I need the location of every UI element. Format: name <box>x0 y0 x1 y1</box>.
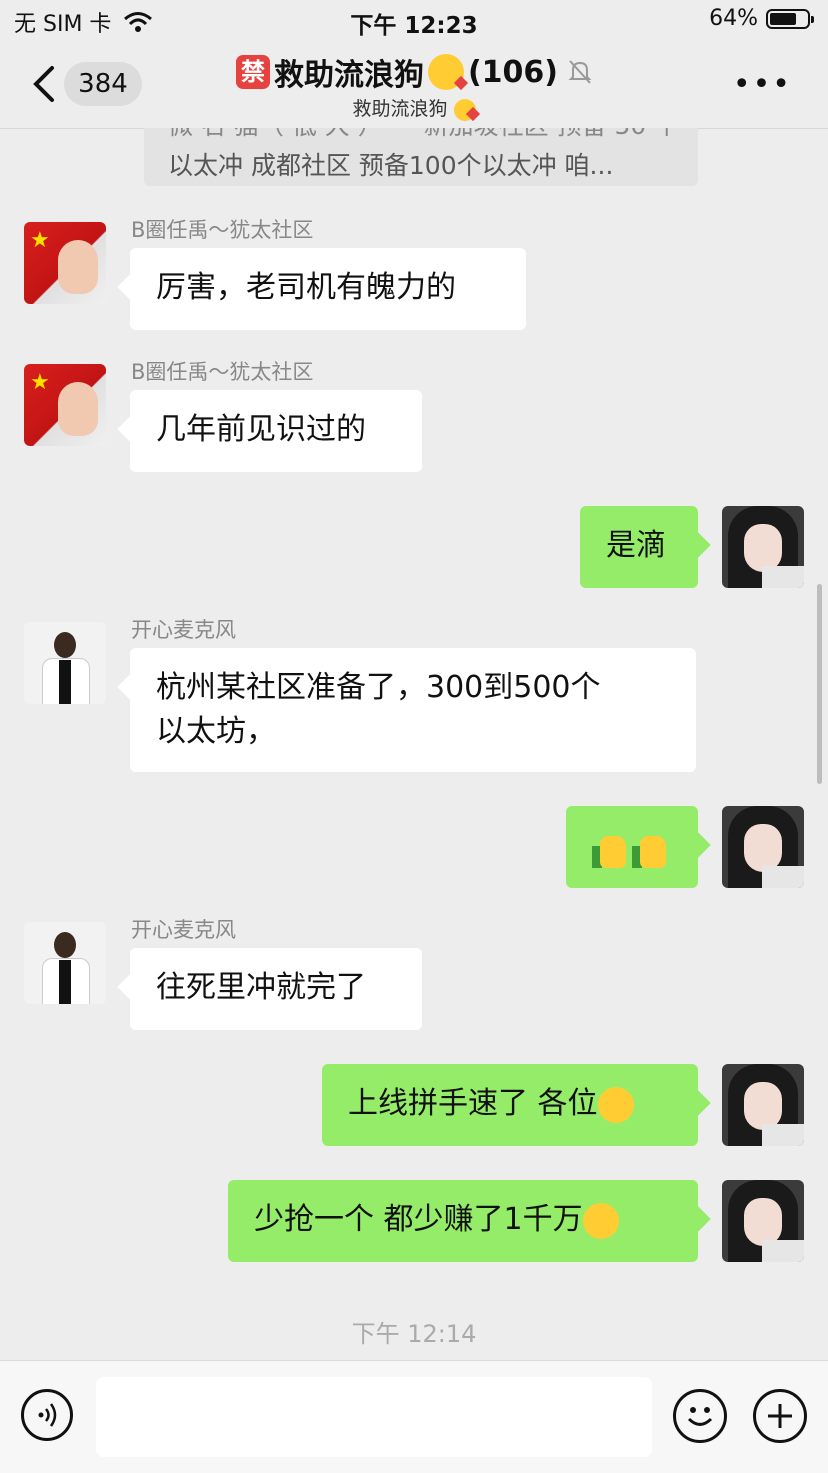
sender-name: B圈任禹～犹太社区 <box>131 218 314 242</box>
message-text: 上线拼手速了 各位 <box>348 1086 598 1121</box>
subtitle-text: 救助流浪狗 <box>352 98 448 120</box>
quoted-message[interactable]: 微 名 猫（ 低 大 ） — 新加坡社区 预备 50 个 以太冲 成都社区 预备… <box>144 128 698 186</box>
sender-name: B圈任禹～犹太社区 <box>131 360 314 384</box>
message-bubble-outgoing[interactable]: 是滴 <box>580 506 698 588</box>
status-right: 64% <box>709 6 814 31</box>
message-bubble[interactable]: 厉害，老司机有魄力的 <box>130 248 526 330</box>
status-time: 下午 12:23 <box>350 13 478 39</box>
avatar[interactable]: ★ <box>24 222 106 304</box>
battery-percent: 64% <box>709 6 758 31</box>
avatar[interactable] <box>24 622 106 704</box>
bell-off-icon <box>568 60 592 84</box>
avatar[interactable] <box>24 922 106 1004</box>
my-avatar[interactable] <box>722 506 804 588</box>
chat-title-row[interactable]: 禁 救助流浪狗 (106) <box>0 50 828 94</box>
chat-header: 384 禁 救助流浪狗 (106) 救助流浪狗 ••• <box>0 44 828 129</box>
scrollbar[interactable] <box>817 584 822 784</box>
message-bubble-outgoing[interactable] <box>566 806 698 888</box>
message-bubble-outgoing[interactable]: 上线拼手速了 各位 <box>322 1064 698 1146</box>
plus-icon[interactable] <box>753 1389 807 1443</box>
thumbs-up-icon <box>632 832 668 870</box>
chat-subtitle: 救助流浪狗 <box>0 94 828 121</box>
emoji-icon[interactable] <box>673 1389 727 1443</box>
message-text-line-1: 杭州某社区准备了，300到500个 <box>156 670 601 705</box>
message-text-line-2: 以太坊， <box>156 714 276 749</box>
my-avatar[interactable] <box>722 806 804 888</box>
input-bar <box>0 1360 828 1473</box>
chat-title: 救助流浪狗 <box>273 58 424 93</box>
ban-icon: 禁 <box>235 55 270 89</box>
message-timestamp: 下午 12:14 <box>351 1320 477 1348</box>
message-bubble[interactable]: 杭州某社区准备了，300到500个 以太坊， <box>130 648 696 772</box>
kiss-emoji-icon <box>453 98 480 121</box>
message-text: 少抢一个 都少赚了1千万 <box>254 1202 583 1237</box>
message-bubble[interactable]: 往死里冲就完了 <box>130 948 422 1030</box>
thinking-emoji-icon <box>597 1086 634 1123</box>
member-count: (106) <box>467 54 559 90</box>
more-icon[interactable]: ••• <box>733 70 792 100</box>
thumbs-up-icon <box>592 832 628 870</box>
message-list[interactable]: 微 名 猫（ 低 大 ） — 新加坡社区 预备 50 个 以太冲 成都社区 预备… <box>0 128 828 1360</box>
avatar[interactable]: ★ <box>24 364 106 446</box>
message-input[interactable] <box>96 1377 652 1457</box>
message-text: 几年前见识过的 <box>156 412 366 447</box>
message-text: 是滴 <box>606 528 666 563</box>
battery-icon <box>766 8 814 29</box>
sender-name: 开心麦克风 <box>131 918 236 942</box>
my-avatar[interactable] <box>722 1180 804 1262</box>
status-bar: 无 SIM 卡 下午 12:23 64% <box>0 0 828 44</box>
voice-icon[interactable] <box>21 1389 73 1441</box>
message-text: 往死里冲就完了 <box>156 970 366 1005</box>
kiss-emoji-icon <box>427 54 469 91</box>
quoted-line-2: 以太冲 成都社区 预备100个以太冲 咱... <box>168 151 614 180</box>
my-avatar[interactable] <box>722 1064 804 1146</box>
message-bubble[interactable]: 几年前见识过的 <box>130 390 422 472</box>
sender-name: 开心麦克风 <box>131 618 236 642</box>
message-bubble-outgoing[interactable]: 少抢一个 都少赚了1千万 <box>228 1180 698 1262</box>
message-text: 厉害，老司机有魄力的 <box>156 270 456 305</box>
quoted-line-1: 微 名 猫（ 低 大 ） — 新加坡社区 预备 50 个 <box>168 128 674 146</box>
laughing-emoji-icon <box>582 1202 619 1239</box>
